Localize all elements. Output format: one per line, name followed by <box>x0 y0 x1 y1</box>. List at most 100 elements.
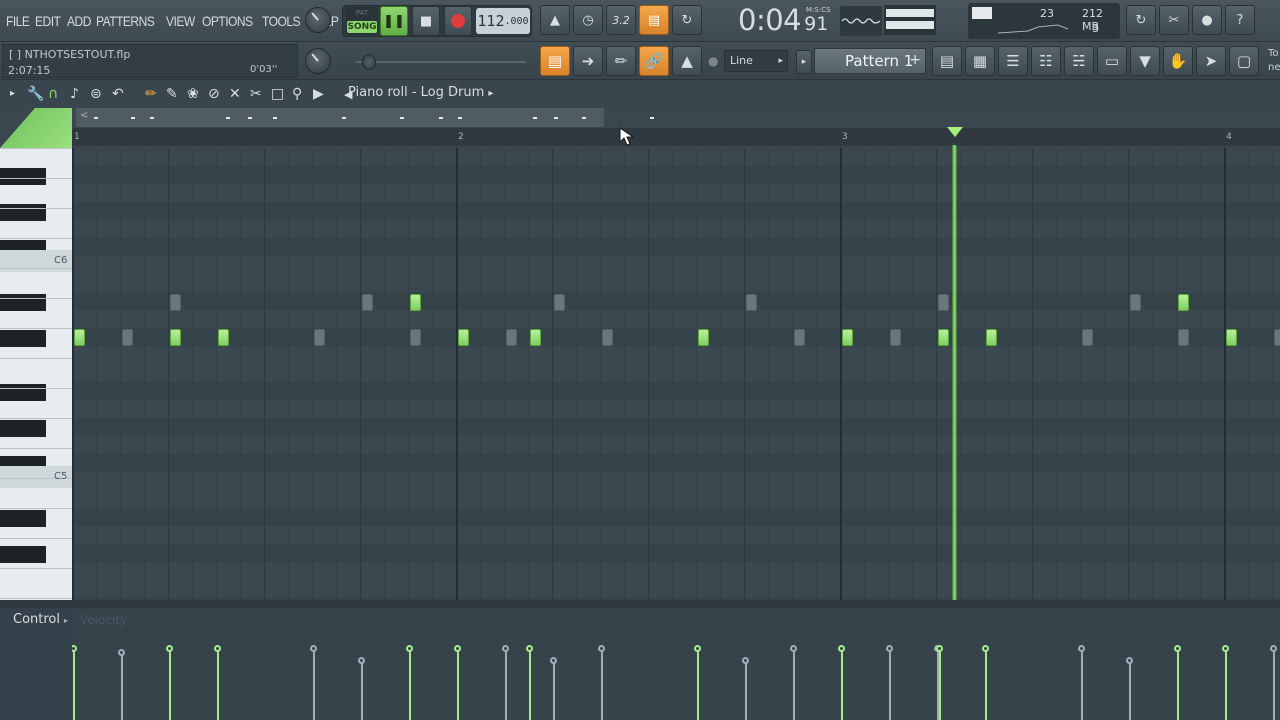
velocity-bar[interactable] <box>505 649 507 720</box>
velocity-bar[interactable] <box>121 653 123 720</box>
note-block[interactable] <box>74 329 85 346</box>
song-pattern-switch[interactable]: PAT SONG <box>346 7 378 35</box>
black-key[interactable] <box>0 420 46 437</box>
velocity-handle[interactable] <box>526 645 533 652</box>
playlist-keyboard-button[interactable]: ▤ <box>540 46 570 76</box>
black-key[interactable] <box>0 510 46 527</box>
velocity-bar[interactable] <box>169 649 171 720</box>
menu-add[interactable]: ADD <box>67 13 91 29</box>
note-block[interactable] <box>698 329 709 346</box>
note-block[interactable] <box>170 329 181 346</box>
metronome-bell-button[interactable]: ▲ <box>672 46 702 76</box>
velocity-bar[interactable] <box>217 649 219 720</box>
master-pitch-knob[interactable] <box>305 48 331 74</box>
velocity-handle[interactable] <box>166 645 173 652</box>
velocity-handle[interactable] <box>790 645 797 652</box>
black-key[interactable] <box>0 204 46 221</box>
undo-icon[interactable]: ↶ <box>112 86 124 102</box>
menu-options[interactable]: OPTIONS <box>202 13 253 29</box>
note-block[interactable] <box>410 294 421 311</box>
black-key[interactable] <box>0 168 46 185</box>
piano-roll-button[interactable]: ▦ <box>965 46 995 76</box>
velocity-handle[interactable] <box>358 657 365 664</box>
project-button[interactable]: ▭ <box>1097 46 1127 76</box>
menu-tools[interactable]: TOOLS <box>262 13 301 29</box>
piano-keyboard[interactable]: C6 C5 <box>0 148 72 600</box>
velocity-bar[interactable] <box>1177 649 1179 720</box>
velocity-bar[interactable] <box>409 649 411 720</box>
note-block[interactable] <box>1226 329 1237 346</box>
menu-view[interactable]: VIEW <box>166 13 195 29</box>
brush-icon[interactable]: ✎ <box>166 86 178 102</box>
controller-arrow-icon[interactable]: ▸ <box>64 616 68 625</box>
target-icon[interactable]: ⊜ <box>90 86 102 102</box>
timeline-ruler[interactable] <box>72 128 1280 146</box>
velocity-bar[interactable] <box>1225 649 1227 720</box>
pencil-icon[interactable]: ✏ <box>145 86 157 102</box>
shop-button[interactable]: ▢ <box>1229 46 1259 76</box>
velocity-bar[interactable] <box>313 649 315 720</box>
zoom-icon[interactable]: ⚲ <box>292 86 302 102</box>
note-grid[interactable] <box>72 148 1280 600</box>
menu-edit[interactable]: EDIT <box>35 13 61 29</box>
velocity-bar[interactable] <box>1129 661 1131 720</box>
mute-icon[interactable]: ✕ <box>229 86 241 102</box>
overview-left-arrow[interactable]: < <box>80 110 88 121</box>
note-block[interactable] <box>1178 294 1189 311</box>
step-edit-button[interactable]: ▤ <box>639 5 669 35</box>
link-button[interactable]: 🔗 <box>639 46 669 76</box>
velocity-bar[interactable] <box>361 661 363 720</box>
blend-notes-button[interactable]: ✏ <box>606 46 636 76</box>
velocity-handle[interactable] <box>1078 645 1085 652</box>
velocity-bar[interactable] <box>73 649 75 720</box>
velocity-handle[interactable] <box>406 645 413 652</box>
record-audio-button[interactable]: ● <box>1192 5 1222 35</box>
master-pitch-slider[interactable] <box>356 61 526 63</box>
record-button[interactable] <box>444 6 472 36</box>
velocity-handle[interactable] <box>742 657 749 664</box>
velocity-bar[interactable] <box>553 661 555 720</box>
velocity-handle[interactable] <box>1126 657 1133 664</box>
refresh-button[interactable]: ↻ <box>1126 5 1156 35</box>
note-block[interactable] <box>842 329 853 346</box>
velocity-handle[interactable] <box>936 645 943 652</box>
tools-button[interactable]: ✂ <box>1159 5 1189 35</box>
countdown-button[interactable]: 3.2 <box>606 5 636 35</box>
menu-file[interactable]: FILE <box>6 13 30 29</box>
velocity-bar[interactable] <box>529 649 531 720</box>
piano-roll-menu-arrow[interactable]: ▸ <box>10 88 15 99</box>
velocity-lane[interactable] <box>72 608 1280 720</box>
velocity-bar[interactable] <box>985 649 987 720</box>
velocity-handle[interactable] <box>1222 645 1229 652</box>
black-key[interactable] <box>0 330 46 347</box>
help-button[interactable]: ? <box>1225 5 1255 35</box>
velocity-handle[interactable] <box>694 645 701 652</box>
note-block[interactable] <box>530 329 541 346</box>
paint-icon[interactable]: ❀ <box>187 86 199 102</box>
speaker-icon[interactable]: ▶ <box>313 86 324 102</box>
add-pattern-button[interactable]: + <box>909 52 921 68</box>
velocity-bar[interactable] <box>1081 649 1083 720</box>
loop-record-button[interactable]: ↻ <box>672 5 702 35</box>
typing-keyboard-button[interactable]: ➜ <box>573 46 603 76</box>
velocity-handle[interactable] <box>550 657 557 664</box>
plugin-button[interactable]: ▼ <box>1130 46 1160 76</box>
wait-input-button[interactable]: ◷ <box>573 5 603 35</box>
velocity-bar[interactable] <box>745 661 747 720</box>
magnet-icon[interactable]: ∩ <box>48 86 58 102</box>
touch-button[interactable]: ✋ <box>1163 46 1193 76</box>
velocity-handle[interactable] <box>598 645 605 652</box>
velocity-bar[interactable] <box>793 649 795 720</box>
metronome-button[interactable]: ▲ <box>540 5 570 35</box>
velocity-handle[interactable] <box>214 645 221 652</box>
black-key[interactable] <box>0 294 46 311</box>
pattern-overview-scroll[interactable] <box>76 108 654 127</box>
velocity-handle[interactable] <box>1174 645 1181 652</box>
wrench-icon[interactable]: 🔧 <box>27 86 44 102</box>
note-icon[interactable]: ♪ <box>70 86 79 102</box>
velocity-bar[interactable] <box>889 649 891 720</box>
velocity-bar[interactable] <box>939 649 941 720</box>
pitch-slider-handle[interactable] <box>362 54 376 70</box>
menu-patterns[interactable]: PATTERNS <box>96 13 155 29</box>
browser-button[interactable]: ☵ <box>1064 46 1094 76</box>
